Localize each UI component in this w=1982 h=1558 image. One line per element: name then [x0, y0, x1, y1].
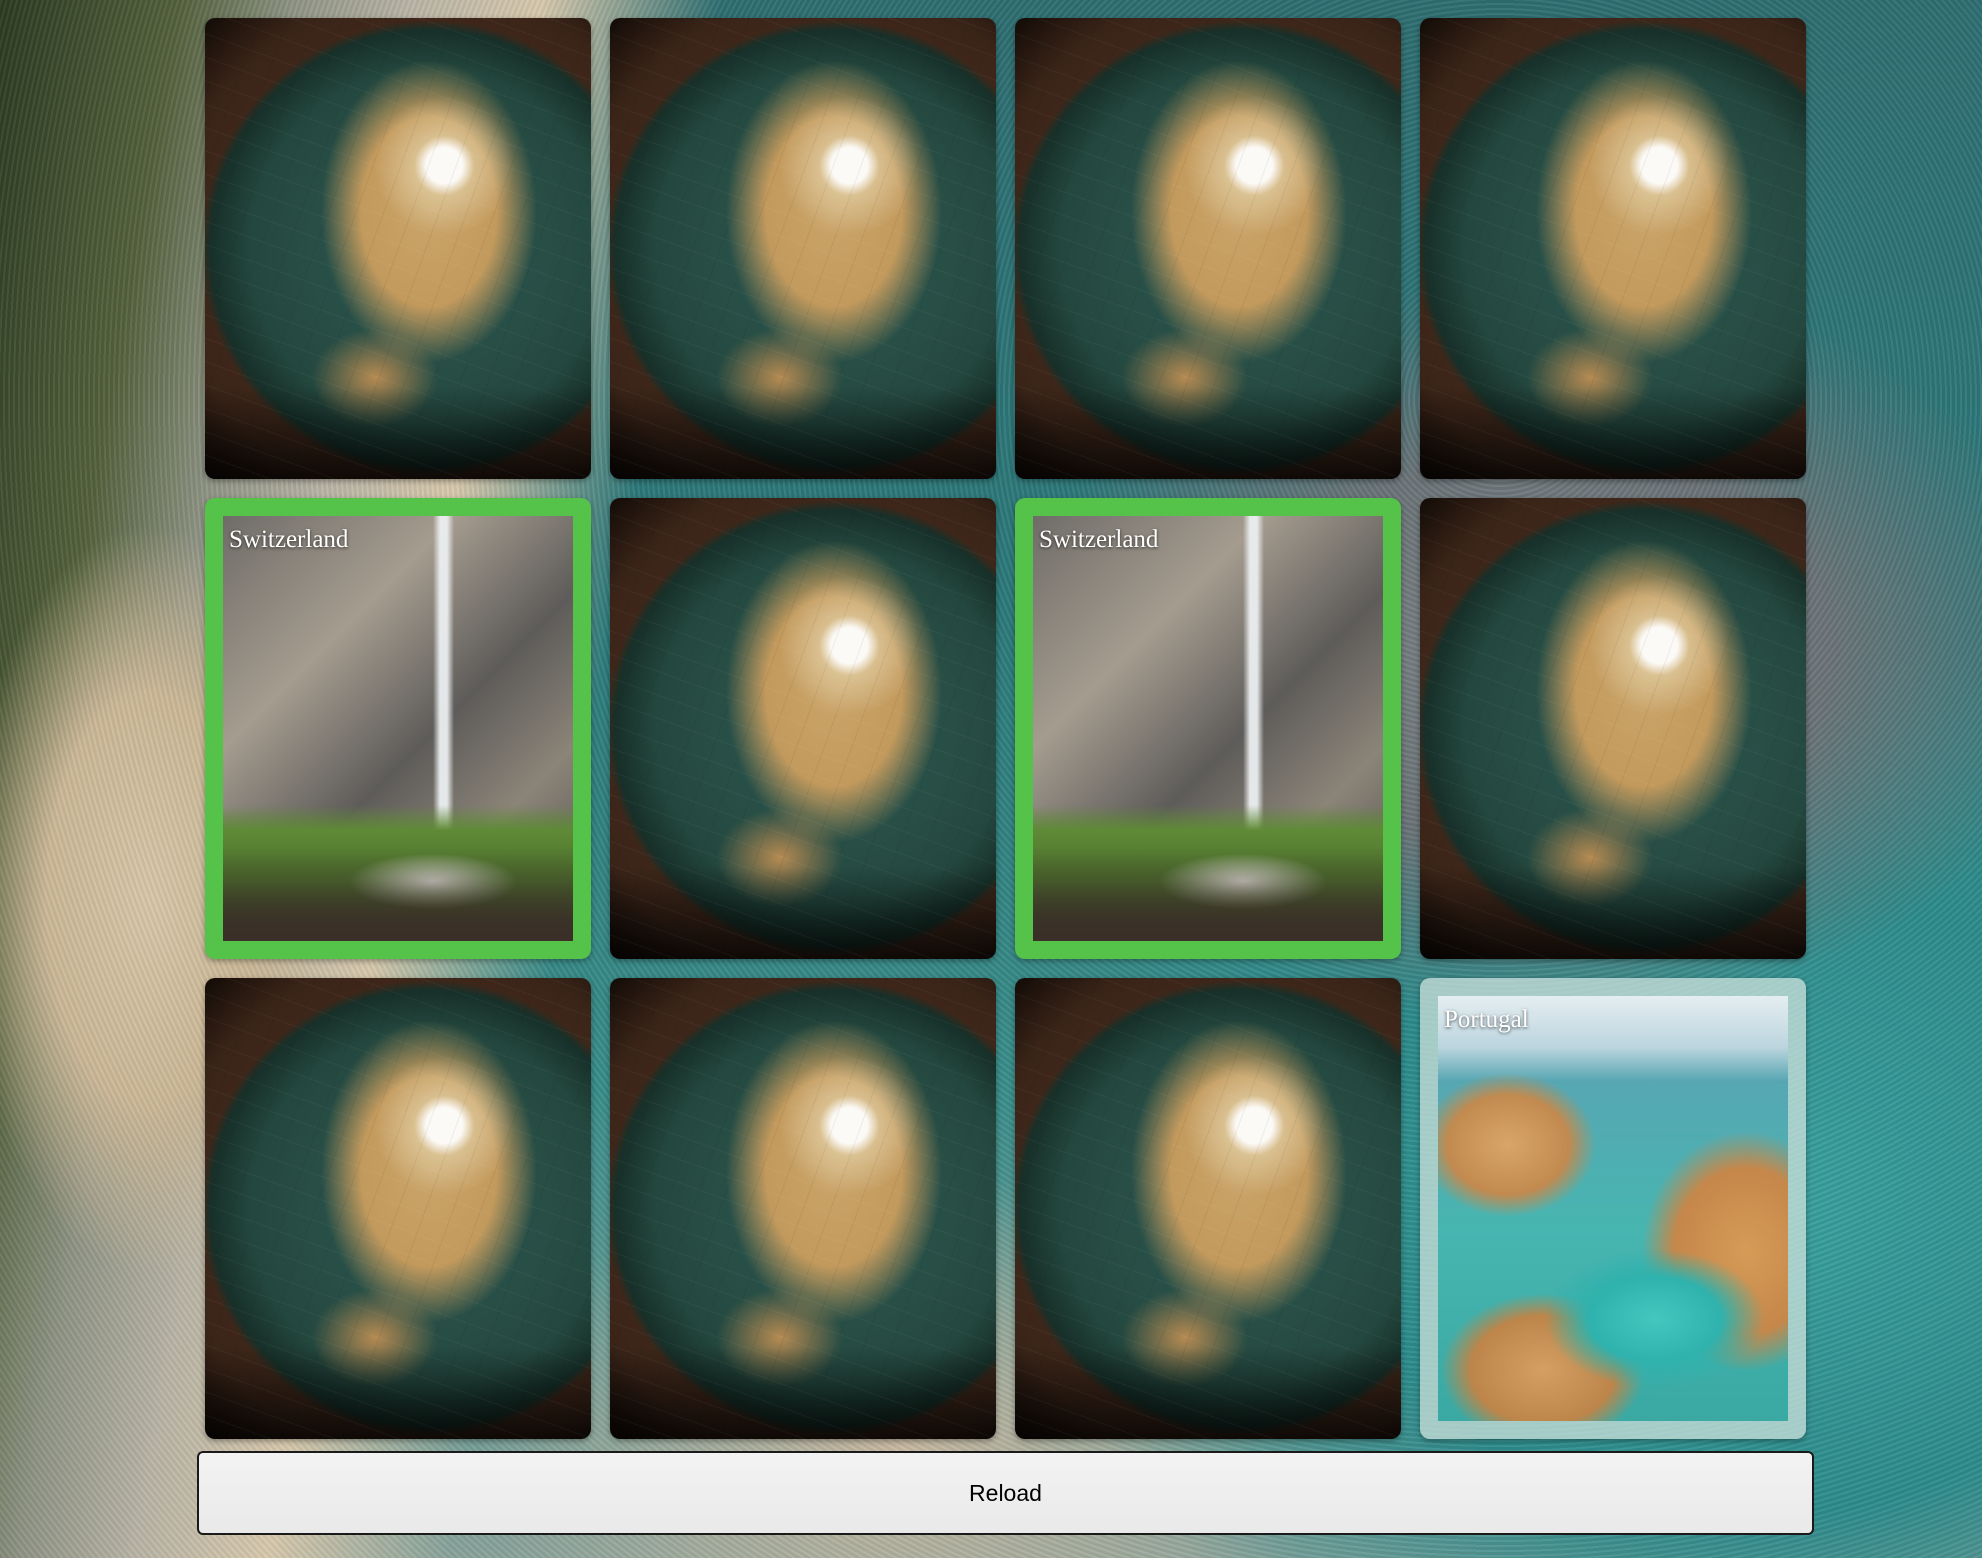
switzerland-photo: Switzerland [223, 516, 573, 941]
card-back-globe[interactable] [205, 18, 591, 479]
card-back-globe[interactable] [610, 498, 996, 959]
card-label: Switzerland [229, 526, 349, 553]
card-grid: Switzerland Switzerland Portugal [205, 18, 1808, 1439]
card-back-globe[interactable] [1015, 978, 1401, 1439]
portugal-photo: Portugal [1438, 996, 1788, 1421]
card-back-globe[interactable] [610, 978, 996, 1439]
card-back-globe[interactable] [1420, 498, 1806, 959]
card-switzerland-matched[interactable]: Switzerland [205, 498, 591, 959]
reload-button[interactable]: Reload [197, 1451, 1814, 1535]
card-portugal-open[interactable]: Portugal [1420, 978, 1806, 1439]
card-back-globe[interactable] [205, 978, 591, 1439]
card-back-globe[interactable] [1420, 18, 1806, 479]
card-label: Portugal [1444, 1006, 1529, 1033]
card-label: Switzerland [1039, 526, 1159, 553]
card-back-globe[interactable] [610, 18, 996, 479]
card-switzerland-matched[interactable]: Switzerland [1015, 498, 1401, 959]
card-back-globe[interactable] [1015, 18, 1401, 479]
switzerland-photo: Switzerland [1033, 516, 1383, 941]
